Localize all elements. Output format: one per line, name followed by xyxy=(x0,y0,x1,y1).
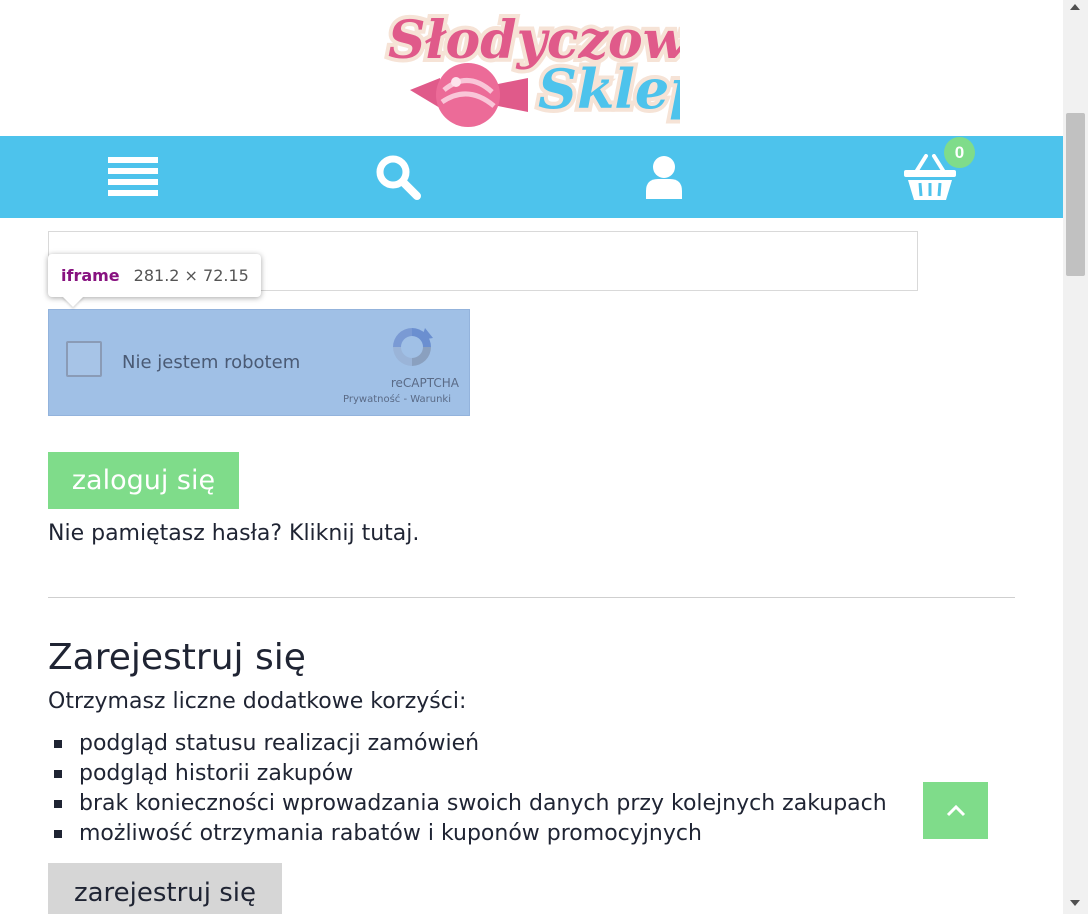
benefit-text: podgląd statusu realizacji zamówień xyxy=(79,731,480,756)
tooltip-arrow xyxy=(62,296,84,307)
tooltip-dimensions: 281.2 × 72.15 xyxy=(133,266,249,285)
cart-count-badge: 0 xyxy=(944,137,975,168)
recaptcha-label: Nie jestem robotem xyxy=(122,352,301,373)
scroll-down-arrow-icon[interactable] xyxy=(1070,900,1080,906)
register-heading: Zarejestruj się xyxy=(48,637,306,678)
bullet-icon xyxy=(54,830,62,838)
scroll-up-arrow-icon[interactable] xyxy=(1070,4,1080,10)
scroll-to-top-button[interactable] xyxy=(923,782,988,839)
logo-line2: Sklep xyxy=(538,57,680,121)
recaptcha-links[interactable]: Prywatność - Warunki xyxy=(321,394,451,405)
bullet-icon xyxy=(54,770,62,778)
recaptcha-checkbox[interactable] xyxy=(66,341,102,377)
benefits-list: podgląd statusu realizacji zamówień podg… xyxy=(48,729,887,849)
recaptcha-brand: reCAPTCHA xyxy=(390,376,459,390)
account-button[interactable] xyxy=(614,136,714,218)
list-item: podgląd historii zakupów xyxy=(48,759,887,789)
user-icon xyxy=(646,156,682,199)
list-item: możliwość otrzymania rabatów i kuponów p… xyxy=(48,819,887,849)
search-button[interactable] xyxy=(348,136,448,218)
bullet-icon xyxy=(54,800,62,808)
scrollbar-thumb[interactable] xyxy=(1066,113,1085,276)
section-divider xyxy=(48,597,1015,598)
list-item: podgląd statusu realizacji zamówień xyxy=(48,729,887,759)
candy-icon xyxy=(410,63,528,127)
benefit-text: podgląd historii zakupów xyxy=(79,761,354,786)
recaptcha-icon xyxy=(393,328,433,366)
candy-logo-graphic: Słodyczowo Słodyczowo Sklep Sklep xyxy=(384,6,680,127)
page: Słodyczowo Słodyczowo Sklep Sklep xyxy=(0,0,1063,914)
devtools-tooltip: iframe 281.2 × 72.15 xyxy=(48,254,261,297)
forgot-password-link[interactable]: Nie pamiętasz hasła? Kliknij tutaj. xyxy=(48,521,419,546)
store-logo[interactable]: Słodyczowo Słodyczowo Sklep Sklep xyxy=(380,0,680,133)
benefit-text: brak konieczności wprowadzania swoich da… xyxy=(79,791,887,816)
menu-icon xyxy=(108,157,158,196)
search-icon xyxy=(376,155,421,200)
benefit-text: możliwość otrzymania rabatów i kuponów p… xyxy=(79,821,702,846)
main-nav-bar xyxy=(0,136,1063,218)
bullet-icon xyxy=(54,740,62,748)
menu-button[interactable] xyxy=(83,136,183,218)
login-button[interactable]: zaloguj się xyxy=(48,452,239,509)
tooltip-tag: iframe xyxy=(61,266,120,285)
chevron-up-icon xyxy=(946,804,965,816)
list-item: brak konieczności wprowadzania swoich da… xyxy=(48,789,887,819)
register-button[interactable]: zarejestruj się xyxy=(48,863,282,914)
recaptcha-widget: Nie jestem robotem reCAPTCHA Prywatność … xyxy=(48,309,470,416)
register-subtitle: Otrzymasz liczne dodatkowe korzyści: xyxy=(48,689,467,714)
